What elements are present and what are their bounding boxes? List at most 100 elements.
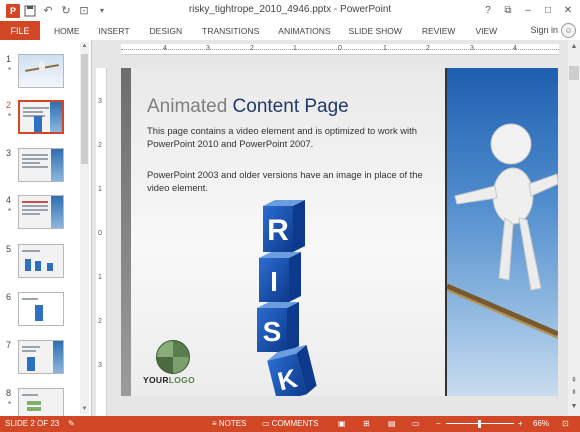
zoom-slider-knob[interactable]: [478, 420, 481, 428]
video-placeholder-panel[interactable]: [445, 68, 558, 396]
slide-preview: [18, 54, 64, 88]
ruler-tick: 3: [206, 45, 210, 52]
slide-thumbnail-pane: 1 * 2 * 3 4 * 5 6 7 8 * ▲ ▼: [0, 40, 92, 422]
risk-cubes-image[interactable]: R I S K: [249, 196, 329, 396]
slide-sorter-view-icon[interactable]: ⊞: [363, 419, 370, 428]
ruler-tick: 1: [383, 45, 387, 52]
slide-number: 6: [6, 292, 12, 302]
ruler-tick: 3: [98, 362, 102, 369]
spell-check-icon[interactable]: ✎: [68, 419, 75, 428]
zoom-in-button[interactable]: +: [518, 419, 523, 428]
slide-number: 1: [6, 54, 12, 64]
tab-transitions[interactable]: TRANSITIONS: [202, 21, 259, 40]
comments-button[interactable]: ▭ COMMENTS: [262, 419, 318, 428]
cube-letter-i: I: [270, 266, 278, 297]
slide-title-part1: Animated: [147, 96, 233, 117]
tab-home[interactable]: HOME: [54, 21, 80, 40]
slide-thumbnail-5[interactable]: 5: [6, 244, 68, 282]
animation-star-icon: *: [8, 66, 12, 75]
workspace: 1 * 2 * 3 4 * 5 6 7 8 * ▲ ▼ 4 3 2 1 0 1 …: [0, 40, 580, 424]
cube-letter-r: R: [267, 214, 289, 247]
slide-number: 7: [6, 340, 12, 350]
slide-title-part2: Content Page: [232, 96, 349, 117]
tab-insert[interactable]: INSERT: [99, 21, 130, 40]
tab-review[interactable]: REVIEW: [422, 21, 456, 40]
ruler-tick: 4: [163, 45, 167, 52]
zoom-level[interactable]: 66%: [533, 419, 549, 428]
slide-thumbnail-1[interactable]: 1 *: [6, 54, 68, 92]
ruler-tick: 0: [98, 230, 102, 237]
ruler-tick: 2: [250, 45, 254, 52]
next-slide-icon[interactable]: ⇟: [568, 388, 580, 398]
tab-animations[interactable]: ANIMATIONS: [278, 21, 330, 40]
scroll-up-icon[interactable]: ▲: [80, 42, 89, 51]
ruler-tick: 1: [98, 186, 102, 193]
slide-preview: [18, 244, 64, 278]
scroll-up-icon[interactable]: ▲: [568, 42, 580, 52]
slide-thumbnail-2[interactable]: 2 *: [6, 100, 68, 138]
maximize-icon[interactable]: □: [538, 1, 558, 19]
ribbon-tabs: HOME INSERT DESIGN TRANSITIONS ANIMATION…: [40, 21, 497, 40]
slide-paragraph-1[interactable]: This page contains a video element and i…: [147, 124, 445, 150]
slide-preview: [18, 100, 64, 134]
logo-icon: [156, 340, 190, 374]
slide-paragraph-2[interactable]: PowerPoint 2003 and older versions have …: [147, 168, 445, 194]
cube-letter-s: S: [263, 316, 282, 347]
reading-view-icon[interactable]: ▤: [388, 419, 396, 428]
tab-file[interactable]: FILE: [0, 21, 40, 40]
scroll-down-icon[interactable]: ▼: [568, 402, 580, 412]
zoom-out-button[interactable]: −: [436, 419, 441, 428]
slide-number: 5: [6, 244, 12, 254]
tab-slide-show[interactable]: SLIDE SHOW: [349, 21, 402, 40]
feedback-smiley-icon[interactable]: ☺: [561, 23, 576, 38]
slide-title[interactable]: Animated Content Page: [147, 96, 349, 118]
status-bar: SLIDE 2 OF 23 ✎ ≡ NOTES ▭ COMMENTS ▣ ⊞ ▤…: [0, 416, 580, 432]
previous-slide-icon[interactable]: ⇞: [568, 376, 580, 386]
minimize-icon[interactable]: –: [518, 1, 538, 19]
title-bar: P ↶ ↻ ⊡ ▾ risky_tightrope_2010_4946.pptx…: [0, 0, 580, 21]
slide-preview: [18, 148, 64, 182]
scroll-down-icon[interactable]: ▼: [80, 405, 89, 414]
tab-view[interactable]: VIEW: [475, 21, 497, 40]
notes-button[interactable]: ≡ NOTES: [212, 419, 246, 428]
sign-in-link[interactable]: Sign in: [530, 25, 558, 35]
cube-k: K: [267, 344, 317, 396]
tab-design[interactable]: DESIGN: [150, 21, 183, 40]
cube-i: I: [259, 252, 301, 302]
slide-canvas[interactable]: Animated Content Page This page contains…: [121, 68, 558, 396]
slide-number: 2: [6, 100, 12, 110]
slide-counter: SLIDE 2 OF 23: [5, 419, 60, 428]
cube-r: R: [263, 200, 305, 252]
slide-preview: [18, 292, 64, 326]
scroll-thumb[interactable]: [81, 54, 88, 164]
scroll-thumb[interactable]: [569, 66, 579, 80]
animation-star-icon: *: [8, 112, 12, 121]
slide-scrollbar[interactable]: ▲ ⇞ ⇟ ▼: [568, 40, 580, 416]
ribbon-display-options-icon[interactable]: ⧉: [498, 1, 518, 19]
cube-s: S: [257, 302, 299, 352]
slide-show-view-icon[interactable]: ▭: [412, 419, 420, 428]
logo-text: YOURLOGO: [143, 375, 195, 385]
ruler-tick: 2: [426, 45, 430, 52]
slide-thumbnail-7[interactable]: 7: [6, 340, 68, 378]
slide-thumbnail-4[interactable]: 4 *: [6, 195, 68, 233]
horizontal-ruler: 4 3 2 1 0 1 2 3 4: [121, 44, 559, 55]
slide-thumbnail-3[interactable]: 3: [6, 148, 68, 186]
slide-thumbnail-6[interactable]: 6: [6, 292, 68, 330]
fit-slide-icon[interactable]: ⊡: [562, 419, 569, 428]
ruler-tick: 2: [98, 142, 102, 149]
help-icon[interactable]: ?: [478, 1, 498, 19]
slide-number: 8: [6, 388, 12, 398]
animation-star-icon: *: [8, 207, 12, 216]
window-controls: ? ⧉ – □ ✕: [478, 1, 578, 19]
vertical-ruler: 3 2 1 0 1 2 3: [96, 68, 107, 424]
close-icon[interactable]: ✕: [558, 1, 578, 19]
ruler-tick: 3: [98, 98, 102, 105]
thumbnail-scrollbar[interactable]: ▲ ▼: [80, 42, 89, 414]
normal-view-icon[interactable]: ▣: [338, 419, 346, 428]
ribbon-tab-bar: FILE HOME INSERT DESIGN TRANSITIONS ANIM…: [0, 21, 580, 40]
ruler-tick: 1: [98, 274, 102, 281]
notes-icon: ≡: [212, 419, 219, 428]
tightrope-walker-image: [447, 123, 558, 339]
slide-number: 4: [6, 195, 12, 205]
